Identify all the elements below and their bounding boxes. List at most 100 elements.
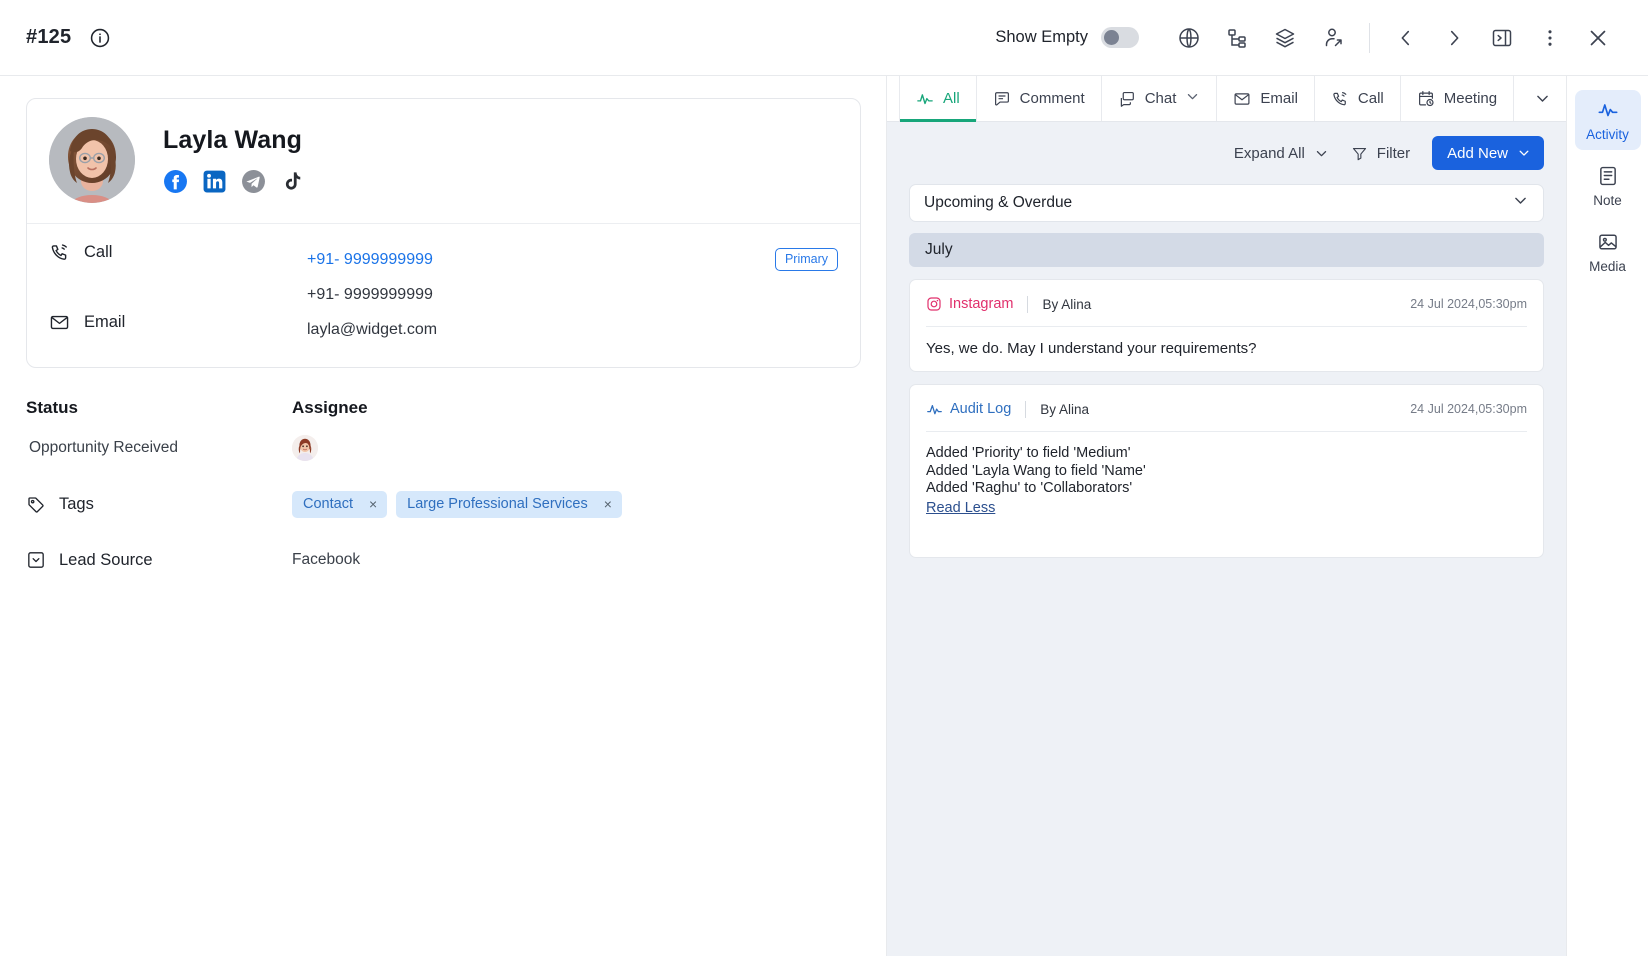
tags-label: Tags	[59, 495, 94, 513]
activity-item-header: Audit Log By Alina 24 Jul 2024,05:30pm	[926, 397, 1527, 421]
tab-label: All	[943, 90, 960, 107]
lead-source-label: Lead Source	[59, 550, 153, 569]
activity-pulse-icon	[1597, 104, 1618, 117]
audit-line: Added 'Raghu' to 'Collaborators'	[926, 480, 1133, 496]
tab-label: Chat	[1144, 90, 1177, 107]
rail-item-label: Media	[1589, 259, 1626, 274]
tags-list: Contact × Large Professional Services ×	[292, 491, 622, 518]
telegram-icon[interactable]	[241, 169, 266, 194]
close-icon[interactable]	[1574, 14, 1622, 62]
social-links	[163, 169, 305, 194]
tags-label-group: Tags	[26, 495, 292, 515]
tag-chip[interactable]: Contact ×	[292, 491, 388, 518]
month-group-header: July	[909, 233, 1544, 267]
assignee-avatar[interactable]	[292, 435, 318, 461]
share-user-icon[interactable]	[1309, 14, 1357, 62]
email-value-line: layla@widget.com	[307, 312, 838, 347]
rail-item-activity[interactable]: Activity	[1574, 90, 1641, 150]
collapse-panel-icon[interactable]	[1478, 14, 1526, 62]
status-value[interactable]: Opportunity Received	[26, 439, 292, 457]
tag-remove-icon[interactable]: ×	[604, 497, 612, 511]
chevron-down-icon	[1316, 150, 1326, 156]
lead-source-label-group: Lead Source	[26, 550, 292, 570]
lead-source-value[interactable]: Facebook	[292, 551, 360, 569]
email-icon	[1234, 92, 1250, 105]
assignee-field: Assignee	[292, 398, 558, 461]
more-options-icon[interactable]	[1526, 14, 1574, 62]
fields-section: Status Opportunity Received Assignee Tag…	[26, 398, 861, 570]
rail-item-label: Note	[1593, 193, 1622, 208]
next-record-icon[interactable]	[1430, 14, 1478, 62]
audit-line: Added 'Layla Wang to field 'Name'	[926, 462, 1146, 479]
tab-comment[interactable]: Comment	[977, 76, 1102, 121]
expand-all-button[interactable]: Expand All	[1234, 145, 1329, 162]
note-icon	[1599, 166, 1616, 186]
activity-channel: Instagram	[926, 296, 1013, 312]
main-area: Layla Wang Call +91- 9999999999 Primary …	[0, 76, 1648, 956]
call-secondary-number[interactable]: +91- 9999999999	[307, 286, 433, 304]
email-value[interactable]: layla@widget.com	[307, 321, 437, 339]
contact-card: Layla Wang Call +91- 9999999999 Primary …	[26, 98, 861, 368]
tab-all[interactable]: All	[899, 76, 977, 122]
primary-badge: Primary	[774, 248, 838, 271]
meeting-icon	[1418, 90, 1434, 106]
activity-pane: All Comment Chat Email Call Meeting Expa…	[887, 76, 1648, 956]
record-id: #125	[26, 26, 72, 48]
show-empty-control[interactable]: Show Empty	[995, 27, 1139, 48]
call-label: Call	[84, 243, 113, 261]
tab-email[interactable]: Email	[1217, 76, 1315, 121]
tag-label: Contact	[303, 496, 353, 512]
tab-label: Email	[1260, 90, 1298, 107]
audit-line: Added 'Priority' to field 'Medium'	[926, 445, 1131, 461]
rail-item-media[interactable]: Media	[1575, 222, 1641, 282]
activity-divider	[926, 326, 1527, 327]
chevron-down-icon[interactable]	[1512, 192, 1529, 214]
add-new-button[interactable]: Add New	[1432, 136, 1544, 170]
activity-item[interactable]: Audit Log By Alina 24 Jul 2024,05:30pm A…	[909, 384, 1544, 558]
activity-item[interactable]: Instagram By Alina 24 Jul 2024,05:30pm Y…	[909, 279, 1544, 372]
assignee-label: Assignee	[292, 398, 368, 417]
activity-toolbar: Expand All Filter Add New	[887, 122, 1566, 184]
tab-chat[interactable]: Chat	[1102, 76, 1218, 121]
audit-log-icon	[927, 404, 942, 414]
tag-chip[interactable]: Large Professional Services ×	[396, 491, 622, 518]
activity-tabs: All Comment Chat Email Call Meeting	[887, 76, 1573, 122]
call-label-group: Call	[49, 242, 307, 263]
read-less-link[interactable]: Read Less	[926, 500, 995, 518]
detail-pane: Layla Wang Call +91- 9999999999 Primary …	[0, 76, 887, 956]
tab-label: Call	[1357, 90, 1384, 107]
top-bar-actions: Show Empty	[995, 14, 1622, 62]
tabs-overflow-chevron-down-icon[interactable]	[1514, 76, 1573, 121]
tab-call[interactable]: Call	[1315, 76, 1401, 121]
hierarchy-icon[interactable]	[1213, 14, 1261, 62]
chevron-down-icon[interactable]	[1185, 89, 1200, 108]
call-icon	[51, 244, 67, 260]
call-row: Call +91- 9999999999 Primary +91- 999999…	[27, 224, 860, 312]
call-icon	[1333, 91, 1347, 105]
tag-remove-icon[interactable]: ×	[369, 497, 377, 511]
rail-item-note[interactable]: Note	[1575, 156, 1641, 216]
activity-item-header: Instagram By Alina 24 Jul 2024,05:30pm	[926, 292, 1527, 316]
info-circle-icon[interactable]	[89, 27, 111, 49]
call-primary-number[interactable]: +91- 9999999999	[307, 251, 433, 269]
globe-icon[interactable]	[1165, 14, 1213, 62]
tab-meeting[interactable]: Meeting	[1401, 76, 1515, 121]
activity-author: By Alina	[1040, 401, 1090, 417]
tiktok-icon[interactable]	[280, 169, 305, 194]
filter-label: Filter	[1376, 144, 1411, 162]
filter-button[interactable]: Filter	[1351, 145, 1410, 162]
app-root: #125 Show Empty Layla Wang Call +91- 999…	[0, 0, 1648, 956]
call-secondary-line: +91- 9999999999	[307, 277, 838, 312]
activity-author: By Alina	[1042, 296, 1092, 312]
facebook-icon[interactable]	[163, 169, 188, 194]
top-bar: #125 Show Empty	[0, 0, 1648, 76]
activity-filter-select[interactable]: Upcoming & Overdue	[909, 184, 1544, 222]
linkedin-icon[interactable]	[202, 169, 227, 194]
contact-name: Layla Wang	[163, 126, 302, 154]
show-empty-toggle[interactable]	[1101, 27, 1139, 48]
prev-record-icon[interactable]	[1382, 14, 1430, 62]
email-icon	[50, 315, 69, 330]
email-row: Email layla@widget.com	[27, 312, 860, 367]
layers-icon[interactable]	[1261, 14, 1309, 62]
activity-rail: Activity Note Media	[1566, 76, 1648, 956]
